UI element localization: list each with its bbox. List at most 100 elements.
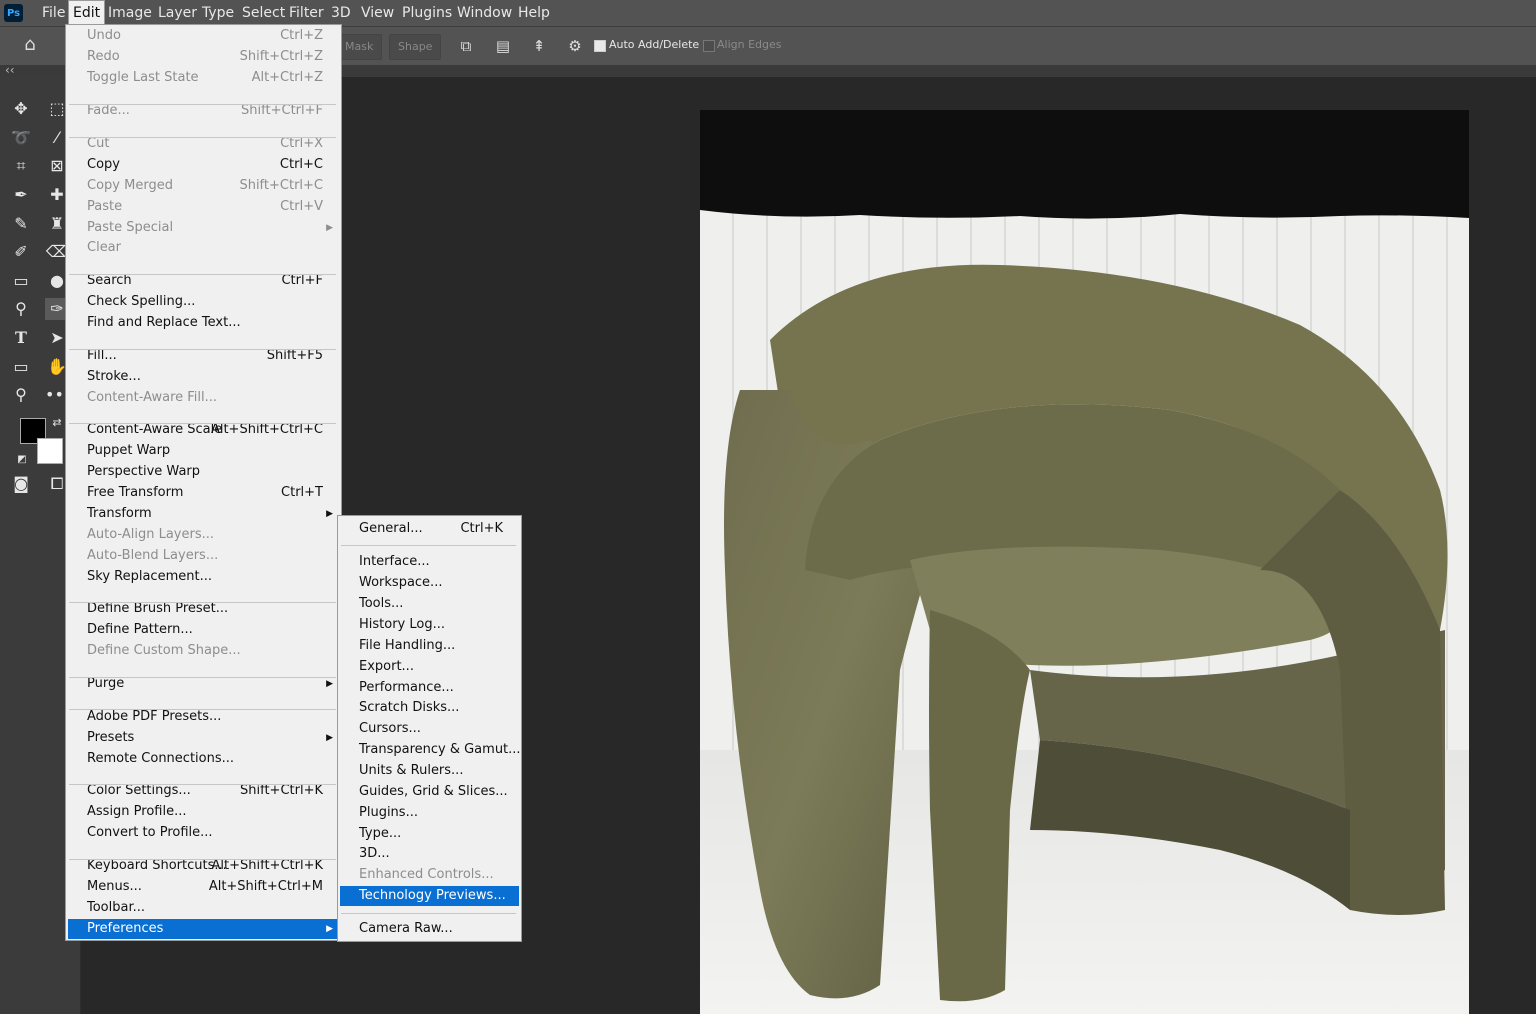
menu-view[interactable]: View (357, 0, 398, 26)
preferences-item-file-handling[interactable]: File Handling... (340, 636, 519, 656)
background-color-swatch[interactable] (37, 438, 63, 464)
edit-menu-item-free-transform[interactable]: Free Transform Ctrl+T (68, 483, 339, 503)
preferences-item-tools[interactable]: Tools... (340, 594, 519, 614)
menu-item-label: Tools... (359, 596, 404, 611)
edit-menu-item-preferences[interactable]: Preferences ▶ (68, 919, 339, 939)
collapse-arrow-icon[interactable]: ‹‹ (5, 63, 15, 77)
edit-menu-item-menus[interactable]: Menus... Alt+Shift+Ctrl+M (68, 877, 339, 897)
mask-button[interactable]: Mask (336, 34, 383, 60)
lasso-tool-icon[interactable]: ➰ (9, 127, 33, 149)
home-icon[interactable]: ⌂ (21, 36, 39, 54)
edit-menu-item-check-spelling[interactable]: Check Spelling... (68, 292, 339, 312)
preferences-item-scratch-disks[interactable]: Scratch Disks... (340, 698, 519, 718)
menu-item-label: Paste (87, 199, 123, 214)
gear-icon[interactable]: ⚙ (566, 37, 584, 55)
move-tool-icon[interactable]: ✥ (9, 98, 33, 120)
edit-menu-item-toolbar[interactable]: Toolbar... (68, 898, 339, 918)
crop-tool-icon[interactable]: ⌗ (9, 155, 33, 177)
preferences-item-technology-previews[interactable]: Technology Previews... (340, 886, 519, 906)
edit-menu-item-presets[interactable]: Presets ▶ (68, 728, 339, 748)
preferences-item-history-log[interactable]: History Log... (340, 615, 519, 635)
edit-menu-item-convert-to-profile[interactable]: Convert to Profile... (68, 823, 339, 843)
eyedropper-tool-icon[interactable]: ✒ (9, 184, 33, 206)
menu-item-label: Transparency & Gamut... (359, 742, 521, 757)
menu-item-label: Toolbar... (87, 900, 146, 915)
preferences-item-cursors[interactable]: Cursors... (340, 719, 519, 739)
menu-bar: Ps File Edit Image Layer Type Select Filter 3D V… (0, 0, 1536, 26)
menu-item-label: Assign Profile... (87, 804, 187, 819)
menu-help[interactable]: Help (514, 0, 554, 26)
menu-item-shortcut: Alt+Ctrl+Z (251, 70, 323, 85)
menu-separator (69, 137, 336, 138)
menu-window[interactable]: Window (453, 0, 516, 26)
submenu-arrow-icon: ▶ (326, 924, 333, 934)
path-alignment-icon[interactable]: ▤ (494, 37, 512, 55)
quick-mask-icon[interactable]: ◙ (9, 473, 33, 495)
menu-item-label: Paste Special (87, 220, 174, 235)
menu-item-shortcut: Alt+Shift+Ctrl+M (208, 879, 323, 894)
type-tool-icon[interactable]: T (9, 327, 33, 349)
edit-menu-item-assign-profile[interactable]: Assign Profile... (68, 802, 339, 822)
menu-item-label: Stroke... (87, 369, 141, 384)
preferences-item-guides-grid-slices[interactable]: Guides, Grid & Slices... (340, 782, 519, 802)
preferences-item-type[interactable]: Type... (340, 824, 519, 844)
preferences-item-export[interactable]: Export... (340, 657, 519, 677)
menu-filter[interactable]: Filter (285, 0, 328, 26)
auto-add-delete-checkbox[interactable] (594, 40, 606, 52)
menu-separator (69, 349, 336, 350)
menu-separator (69, 602, 336, 603)
edit-menu-item-copy[interactable]: Copy Ctrl+C (68, 155, 339, 175)
menu-item-label: Workspace... (359, 575, 443, 590)
shape-button[interactable]: Shape (389, 34, 442, 60)
preferences-item-camera-raw[interactable]: Camera Raw... (340, 919, 519, 939)
brush-tool-icon[interactable]: ✎ (9, 213, 33, 235)
menu-item-label: Redo (87, 49, 120, 64)
edit-menu-item-puppet-warp[interactable]: Puppet Warp (68, 441, 339, 461)
edit-menu-item-define-pattern[interactable]: Define Pattern... (68, 620, 339, 640)
align-edges-checkbox[interactable] (703, 40, 715, 52)
path-arrangement-icon[interactable]: ⇞ (530, 37, 548, 55)
menu-item-label: Guides, Grid & Slices... (359, 784, 508, 799)
preferences-item-performance[interactable]: Performance... (340, 678, 519, 698)
menu-item-label: Copy (87, 157, 120, 172)
rectangle-tool-icon[interactable]: ▭ (9, 356, 33, 378)
submenu-arrow-icon: ▶ (326, 223, 333, 233)
path-operations-icon[interactable]: ⧉ (457, 37, 475, 55)
preferences-item-interface[interactable]: Interface... (340, 552, 519, 572)
zoom-tool-icon[interactable]: ⚲ (9, 384, 33, 406)
preferences-item-general[interactable]: General... Ctrl+K (340, 519, 519, 539)
menu-item-label: Presets (87, 730, 135, 745)
edit-menu-item-adobe-pdf-presets[interactable]: Adobe PDF Presets... (68, 707, 339, 727)
menu-item-label: Sky Replacement... (87, 569, 212, 584)
preferences-item-transparency-gamut[interactable]: Transparency & Gamut... (340, 740, 521, 760)
default-colors-icon[interactable]: ◩ (10, 449, 34, 471)
menu-edit[interactable]: Edit (68, 0, 106, 26)
menu-layer[interactable]: Layer (154, 0, 201, 26)
history-brush-tool-icon[interactable]: ✐ (9, 241, 33, 263)
menu-file[interactable]: File (38, 0, 69, 26)
menu-plugins[interactable]: Plugins (398, 0, 456, 26)
menu-type[interactable]: Type (198, 0, 238, 26)
edit-menu-item-auto-blend-layers: Auto-Blend Layers... (68, 546, 339, 566)
edit-menu-item-content-aware-fill: Content-Aware Fill... (68, 388, 339, 408)
menu-item-label: Convert to Profile... (87, 825, 213, 840)
edit-menu-item-find-and-replace-text[interactable]: Find and Replace Text... (68, 313, 339, 333)
preferences-item-plugins[interactable]: Plugins... (340, 803, 519, 823)
edit-menu-item-perspective-warp[interactable]: Perspective Warp (68, 462, 339, 482)
menu-image[interactable]: Image (104, 0, 156, 26)
edit-menu-item-sky-replacement[interactable]: Sky Replacement... (68, 567, 339, 587)
preferences-item-units-rulers[interactable]: Units & Rulers... (340, 761, 519, 781)
menu-item-label: File Handling... (359, 638, 456, 653)
edit-menu-item-stroke[interactable]: Stroke... (68, 367, 339, 387)
edit-menu-item-transform[interactable]: Transform ▶ (68, 504, 339, 524)
gradient-tool-icon[interactable]: ▭ (9, 270, 33, 292)
preferences-item-3d[interactable]: 3D... (340, 844, 519, 864)
menu-3d[interactable]: 3D (327, 0, 355, 26)
menu-select[interactable]: Select (238, 0, 289, 26)
dodge-tool-icon[interactable]: ⚲ (9, 298, 33, 320)
menu-item-label: Transform (87, 506, 152, 521)
menu-item-label: Define Custom Shape... (87, 643, 241, 658)
preferences-item-workspace[interactable]: Workspace... (340, 573, 519, 593)
edit-menu-item-remote-connections[interactable]: Remote Connections... (68, 749, 339, 769)
menu-item-label: Copy Merged (87, 178, 173, 193)
